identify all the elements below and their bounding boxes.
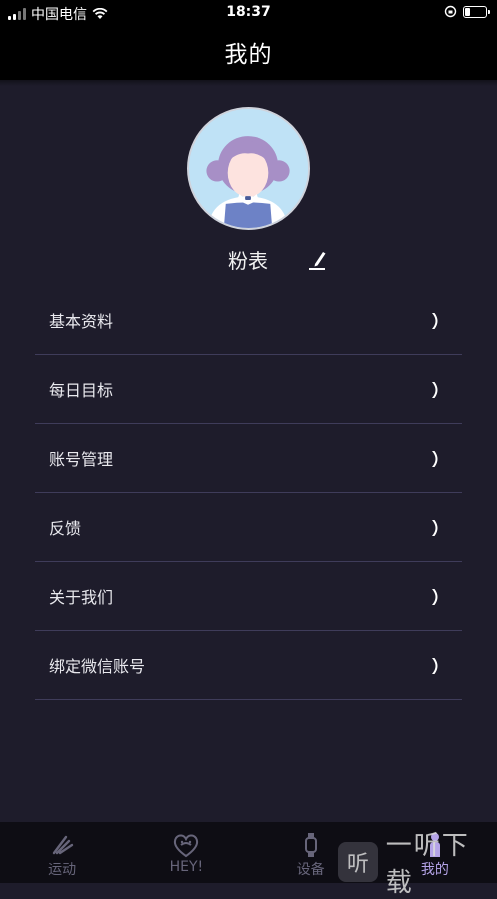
menu-item-about-us[interactable]: 关于我们 [35, 562, 462, 631]
chevron-right-icon [432, 520, 438, 536]
rotation-lock-icon [444, 5, 457, 18]
tab-hey[interactable]: HEY! [124, 822, 248, 883]
watermark-text: 一听下载 [385, 830, 470, 898]
chevron-right-icon [432, 658, 438, 674]
settings-menu: 基本资料 每日目标 账号管理 反馈 关于我们 绑定微信账号 [35, 286, 462, 700]
status-time: 18:37 [226, 4, 271, 20]
watermark: 听 一听下载 [338, 831, 497, 898]
page-title: 我的 [224, 42, 273, 68]
status-right [444, 5, 490, 18]
menu-item-bind-wechat[interactable]: 绑定微信账号 [35, 631, 462, 700]
chevron-right-icon [432, 382, 438, 398]
menu-item-label: 关于我们 [49, 588, 114, 607]
menu-item-basic-info[interactable]: 基本资料 [35, 286, 462, 355]
tab-label: 设备 [296, 862, 325, 878]
chevron-right-icon [432, 451, 438, 467]
profile-name: 粉表 [228, 249, 268, 273]
nav-bar: 我的 [0, 24, 497, 80]
watch-icon [304, 833, 317, 857]
edit-icon[interactable] [306, 246, 328, 272]
battery-icon [463, 5, 490, 18]
shoe-icon [52, 835, 74, 855]
nav-shadow [0, 80, 497, 86]
menu-item-label: 基本资料 [49, 312, 114, 331]
tab-label: HEY! [169, 859, 204, 875]
menu-item-account-management[interactable]: 账号管理 [35, 424, 462, 493]
menu-item-feedback[interactable]: 反馈 [35, 493, 462, 562]
chevron-right-icon [432, 313, 438, 329]
girl-avatar-icon [189, 109, 308, 228]
status-bar: 中国电信 18:37 [0, 0, 497, 24]
menu-item-label: 账号管理 [49, 450, 114, 469]
tab-label: 运动 [48, 862, 77, 878]
avatar[interactable] [187, 107, 310, 230]
menu-item-label: 反馈 [49, 519, 82, 538]
menu-item-daily-goal[interactable]: 每日目标 [35, 355, 462, 424]
chevron-right-icon [432, 589, 438, 605]
menu-item-label: 绑定微信账号 [49, 657, 146, 676]
heart-face-icon [174, 834, 199, 858]
tab-sports[interactable]: 运动 [0, 822, 124, 883]
menu-item-label: 每日目标 [49, 381, 114, 400]
watermark-logo: 听 [338, 841, 378, 882]
